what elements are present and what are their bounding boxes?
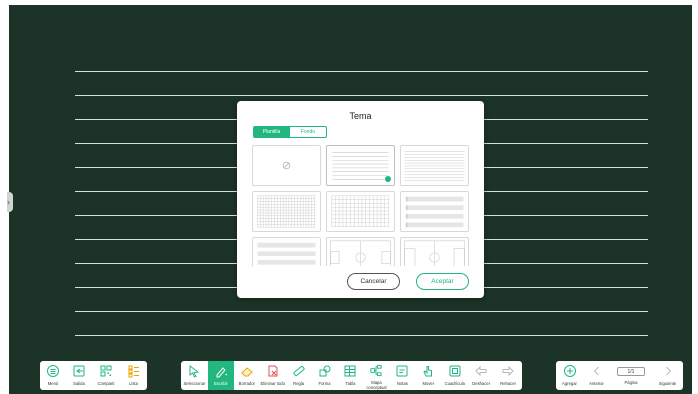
chevron-right-icon: › bbox=[7, 197, 10, 207]
previous-label: Anterior bbox=[589, 381, 604, 386]
exit-label: Salida bbox=[73, 381, 85, 386]
template-football-field[interactable] bbox=[400, 237, 469, 266]
eraser-icon bbox=[241, 367, 253, 377]
menu-label: Menú bbox=[47, 381, 59, 386]
undo-button[interactable]: Deshacer bbox=[468, 361, 494, 390]
template-grid bbox=[252, 145, 470, 266]
table-icon bbox=[344, 365, 356, 377]
add-page-button[interactable]: Agregar bbox=[556, 361, 583, 390]
page-label: Página bbox=[624, 380, 638, 385]
grid-icon bbox=[449, 365, 461, 377]
ruled-template-preview bbox=[332, 152, 389, 180]
mind-map-button[interactable]: Mapa conceptual bbox=[363, 361, 389, 390]
exit-button[interactable]: Salida bbox=[66, 361, 92, 390]
dialog-title: Tema bbox=[349, 111, 372, 121]
table-button[interactable]: Tabla bbox=[338, 361, 364, 390]
ruled-line bbox=[75, 311, 648, 312]
tab-background[interactable]: Fondo bbox=[290, 126, 327, 138]
grid-small-template-preview bbox=[331, 195, 390, 228]
clear-all-icon bbox=[268, 365, 278, 377]
chevron-left-icon bbox=[593, 366, 599, 376]
notes-icon bbox=[396, 365, 408, 377]
grid-label: Cuadrícula bbox=[444, 381, 465, 386]
select-cursor-icon bbox=[189, 365, 200, 378]
staff-template-preview bbox=[405, 196, 464, 228]
template-blank[interactable] bbox=[252, 145, 321, 186]
table-label: Tabla bbox=[345, 381, 356, 386]
cancel-button[interactable]: Cancelar bbox=[347, 273, 400, 290]
redo-button[interactable]: Rehacer bbox=[494, 361, 522, 390]
notes-label: Notas bbox=[396, 381, 408, 386]
list-button[interactable]: Lista bbox=[120, 361, 147, 390]
basketball-court-preview bbox=[330, 240, 391, 266]
notes-button[interactable]: Notas bbox=[389, 361, 415, 390]
ruled-line bbox=[75, 95, 648, 96]
mind-map-icon bbox=[370, 364, 383, 377]
ruler-button[interactable]: Regla bbox=[286, 361, 312, 390]
side-panel-handle[interactable]: › bbox=[7, 192, 13, 212]
write-button[interactable]: Escribir bbox=[207, 361, 234, 390]
page-indicator[interactable]: 1/1 Página bbox=[610, 361, 652, 390]
hand-move-icon bbox=[423, 366, 433, 377]
write-label: Escribir bbox=[213, 381, 228, 386]
ruler-icon bbox=[293, 365, 305, 377]
template-grid-small[interactable] bbox=[326, 191, 395, 232]
mind-map-label: Mapa conceptual bbox=[366, 380, 387, 390]
ruler-label: Regla bbox=[293, 381, 305, 386]
clear-all-label: Eliminar todo bbox=[260, 381, 285, 386]
ruled-line bbox=[75, 71, 648, 72]
dialog-tabs: Plantilla Fondo bbox=[253, 126, 327, 138]
narrow-ruled-template-preview bbox=[404, 151, 465, 181]
template-narrow-ruled[interactable] bbox=[400, 145, 469, 186]
qr-share-icon bbox=[100, 365, 112, 377]
banded-template-preview bbox=[257, 242, 316, 265]
next-page-button[interactable]: Siguiente bbox=[652, 361, 683, 390]
ruled-line bbox=[75, 335, 648, 336]
blank-template-preview bbox=[282, 161, 291, 170]
clear-all-button[interactable]: Eliminar todo bbox=[260, 361, 286, 390]
undo-label: Deshacer bbox=[472, 381, 491, 386]
shape-label: Forma bbox=[318, 381, 331, 386]
previous-page-button[interactable]: Anterior bbox=[583, 361, 610, 390]
shape-icon bbox=[319, 365, 331, 377]
pen-icon bbox=[216, 367, 227, 378]
menu-button[interactable]: Menú bbox=[40, 361, 66, 390]
right-toolbar: Agregar Anterior 1/1 Página Siguiente bbox=[556, 361, 683, 390]
accept-button[interactable]: Aceptar bbox=[416, 273, 469, 290]
select-button[interactable]: Seleccionar bbox=[181, 361, 208, 390]
tab-template[interactable]: Plantilla bbox=[253, 126, 290, 138]
center-toolbar: Seleccionar Escribir Borrador Eliminar t… bbox=[181, 361, 522, 390]
share-label: Comparti bbox=[97, 381, 115, 386]
move-button[interactable]: Mover bbox=[415, 361, 441, 390]
football-field-preview bbox=[404, 240, 465, 266]
eraser-label: Borrador bbox=[238, 381, 255, 386]
selected-check-icon bbox=[385, 176, 391, 182]
next-label: Siguiente bbox=[658, 381, 677, 386]
template-grid-large[interactable] bbox=[252, 191, 321, 232]
list-label: Lista bbox=[129, 381, 138, 386]
left-toolbar: Menú Salida Comparti Lista bbox=[40, 361, 147, 390]
menu-icon bbox=[47, 365, 59, 377]
exit-icon bbox=[73, 365, 85, 377]
eraser-button[interactable]: Borrador bbox=[234, 361, 260, 390]
template-ruled-selected[interactable] bbox=[326, 145, 395, 186]
grid-button[interactable]: Cuadrícula bbox=[441, 361, 468, 390]
add-label: Agregar bbox=[562, 381, 577, 386]
add-icon bbox=[563, 365, 576, 377]
undo-icon bbox=[475, 365, 487, 377]
grid-large-template-preview bbox=[257, 195, 316, 228]
page-number-box[interactable]: 1/1 bbox=[617, 367, 645, 376]
list-icon bbox=[128, 365, 139, 378]
redo-icon bbox=[502, 365, 514, 377]
share-button[interactable]: Comparti bbox=[92, 361, 120, 390]
chevron-right-icon bbox=[665, 366, 671, 376]
template-basketball-court[interactable] bbox=[326, 237, 395, 266]
shape-button[interactable]: Forma bbox=[312, 361, 338, 390]
redo-label: Rehacer bbox=[500, 381, 516, 386]
template-music-staff[interactable] bbox=[400, 191, 469, 232]
theme-dialog: Tema Plantilla Fondo Cancelar Aceptar bbox=[237, 101, 484, 298]
select-label: Seleccionar bbox=[183, 381, 206, 386]
template-banded[interactable] bbox=[252, 237, 321, 266]
move-label: Mover bbox=[422, 381, 435, 386]
